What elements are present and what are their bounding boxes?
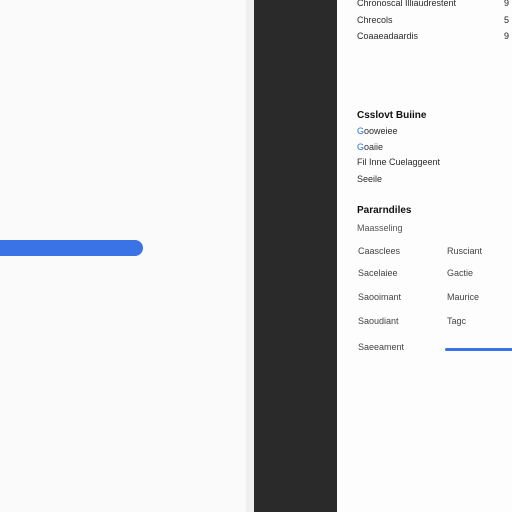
custom-option-label: Goaiie bbox=[357, 142, 384, 152]
setting-row[interactable]: Chrecols 5 bbox=[357, 15, 509, 25]
custom-option-item[interactable]: Seeile bbox=[357, 175, 382, 184]
parameter-name: Caasclees bbox=[358, 246, 401, 256]
parameter-value[interactable]: Rusciant bbox=[447, 247, 482, 256]
setting-label: Coaaeadaardis bbox=[357, 31, 419, 41]
setting-value: 9 bbox=[504, 0, 510, 8]
parameter-name: Saeeament bbox=[358, 342, 405, 352]
setting-row[interactable]: Coaaeadaardis 9 bbox=[357, 31, 509, 41]
custom-option-item[interactable]: Fil Inne Cuelaggeent bbox=[357, 158, 440, 167]
progress-bar-fill bbox=[0, 240, 143, 256]
parameter-name: Sacelaiee bbox=[358, 268, 398, 278]
custom-option-item[interactable]: Goaiie bbox=[357, 143, 383, 152]
custom-option-item[interactable]: Gooweiee bbox=[357, 127, 398, 136]
parameters-section-title: Pararndiles bbox=[357, 205, 412, 216]
parameter-value[interactable]: Maurice bbox=[447, 293, 479, 302]
custom-option-label: Seeile bbox=[357, 174, 383, 184]
parameter-name: Saooimant bbox=[358, 292, 402, 302]
parameter-name: Saoudiant bbox=[358, 316, 399, 326]
setting-value: 5 bbox=[504, 15, 510, 25]
custom-option-label: Fil Inne Cuelaggeent bbox=[357, 157, 441, 167]
custom-option-initial: G bbox=[357, 126, 365, 136]
custom-option-initial: G bbox=[357, 142, 365, 152]
dark-sidebar-panel bbox=[254, 0, 337, 512]
setting-value: 9 bbox=[504, 31, 510, 41]
parameter-value[interactable]: Tagc bbox=[447, 317, 466, 326]
parameter-value[interactable]: Gactie bbox=[447, 269, 473, 278]
setting-label: Chrecols bbox=[357, 15, 393, 25]
app-window: Chronoscal Illiaudrestent 9 Chrecols 5 C… bbox=[0, 0, 512, 512]
settings-panel: Chronoscal Illiaudrestent 9 Chrecols 5 C… bbox=[337, 0, 512, 512]
custom-option-label: Gooweiee bbox=[357, 126, 398, 136]
setting-row[interactable]: Chronoscal Illiaudrestent 9 bbox=[357, 0, 509, 8]
setting-label: Chronoscal Illiaudrestent bbox=[357, 0, 457, 8]
parameters-subtitle: Maasseling bbox=[357, 223, 403, 233]
custom-section-title: Csslovt Buiine bbox=[357, 110, 427, 121]
pane-divider[interactable] bbox=[246, 0, 254, 512]
canvas-pane bbox=[0, 0, 246, 512]
parameter-slider[interactable] bbox=[445, 348, 512, 351]
